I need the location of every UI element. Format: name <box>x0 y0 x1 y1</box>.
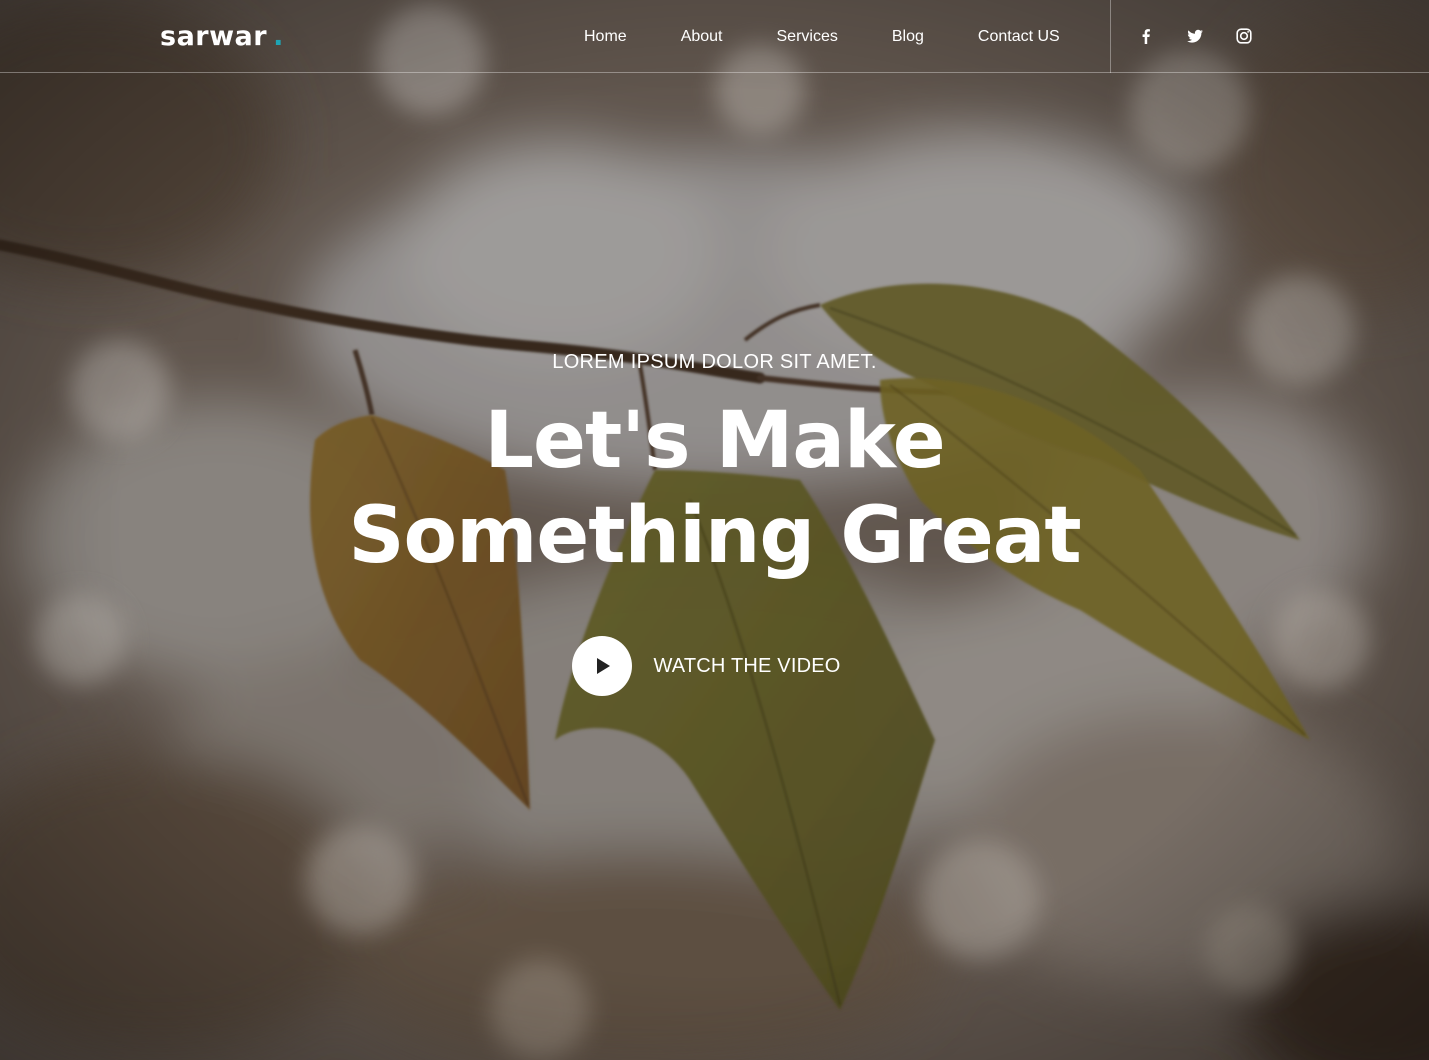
header-divider <box>1110 0 1111 73</box>
play-icon <box>597 658 611 674</box>
hero-section: sarwar. Home About Services Blog Contact… <box>0 0 1429 1060</box>
social-links <box>1137 27 1253 45</box>
nav-link-contact[interactable]: Contact US <box>978 26 1060 48</box>
site-header: sarwar. Home About Services Blog Contact… <box>0 0 1429 73</box>
hero-headline-line2: Something Great <box>348 491 1081 581</box>
nav-link-services[interactable]: Services <box>777 26 838 48</box>
nav-link-about[interactable]: About <box>681 26 723 48</box>
logo-dot: . <box>273 21 284 52</box>
facebook-icon[interactable] <box>1137 27 1155 45</box>
hero-eyebrow: LOREM IPSUM DOLOR SIT AMET. <box>552 351 877 373</box>
logo[interactable]: sarwar. <box>160 20 284 54</box>
hero-headline-line1: Let's Make <box>484 396 945 486</box>
hero-headline: Let's Make Something Great <box>0 394 1429 584</box>
play-button[interactable] <box>572 636 633 696</box>
logo-text: sarwar <box>160 21 268 52</box>
watch-video-label: WATCH THE VIDEO <box>653 654 841 677</box>
nav-link-home[interactable]: Home <box>584 26 627 48</box>
main-nav: Home About Services Blog Contact US <box>584 26 1060 48</box>
instagram-icon[interactable] <box>1235 27 1253 45</box>
nav-link-blog[interactable]: Blog <box>892 26 924 48</box>
watch-video-button[interactable]: WATCH THE VIDEO <box>572 636 840 696</box>
twitter-icon[interactable] <box>1186 27 1204 45</box>
hero-content: LOREM IPSUM DOLOR SIT AMET. Let's Make S… <box>0 350 1429 696</box>
